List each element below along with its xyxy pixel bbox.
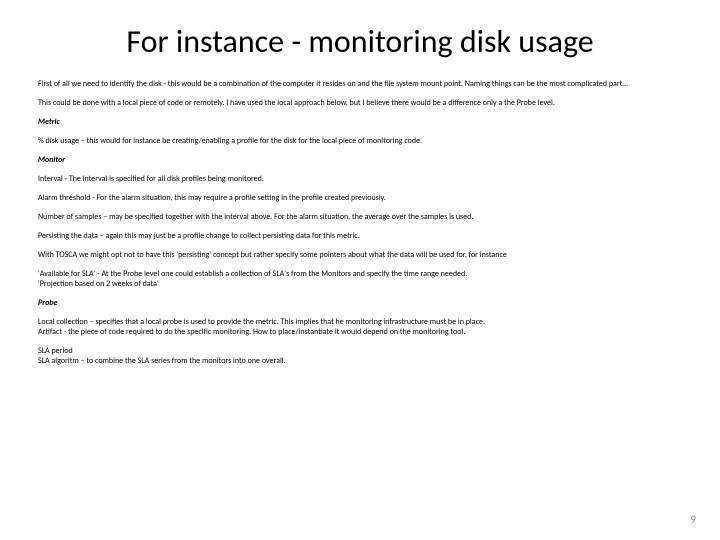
body-paragraph: % disk usage – this would for instance b… xyxy=(38,136,682,146)
body-paragraph: This could be done with a local piece of… xyxy=(38,98,682,108)
section-heading-probe: Probe xyxy=(38,298,682,308)
body-paragraph: Local collection – specifies that a loca… xyxy=(38,317,682,337)
slide-body: First of all we need to identify the dis… xyxy=(38,79,682,366)
slide-title: For instance - monitoring disk usage xyxy=(38,22,682,61)
body-paragraph: 'Available for SLA' - At the Probe level… xyxy=(38,269,682,289)
slide: For instance - monitoring disk usage Fir… xyxy=(0,0,720,540)
body-paragraph: With TOSCA we might opt not to have this… xyxy=(38,250,682,260)
body-paragraph: First of all we need to identify the dis… xyxy=(38,79,682,89)
body-paragraph: SLA periodSLA algoritm – to combine the … xyxy=(38,346,682,366)
body-paragraph: Alarm threshold - For the alarm situatio… xyxy=(38,193,682,203)
body-paragraph: Number of samples – may be specified tog… xyxy=(38,212,682,222)
section-heading-monitor: Monitor xyxy=(38,155,682,165)
page-number: 9 xyxy=(690,513,696,526)
body-paragraph: Persisting the data – again this may jus… xyxy=(38,231,682,241)
body-paragraph: Interval - The interval is specified for… xyxy=(38,174,682,184)
section-heading-metric: Metric xyxy=(38,117,682,127)
